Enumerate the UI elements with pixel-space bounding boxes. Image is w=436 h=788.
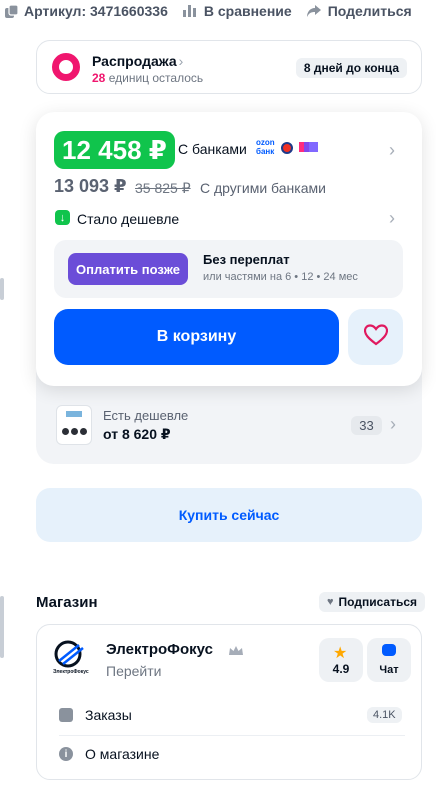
cheaper-alt-label[interactable]: Есть дешевле: [103, 408, 188, 423]
share-label: Поделиться: [327, 3, 412, 19]
sale-ring-icon: [52, 53, 80, 81]
heart-icon: ♥: [327, 596, 334, 608]
store-rating[interactable]: ★ 4.9: [319, 638, 363, 682]
store-orders-label: Заказы: [85, 707, 132, 723]
share-icon: [306, 4, 322, 18]
cheaper-alt-price[interactable]: от 8 620 ₽: [103, 426, 171, 443]
left-edge-fragment: [0, 596, 4, 658]
bank-logo-icon: [304, 142, 318, 152]
sale-units-text: единиц осталось: [108, 71, 204, 85]
star-icon: ★: [333, 645, 348, 662]
store-name[interactable]: ЭлектроФокус: [106, 641, 213, 658]
cheaper-product-thumbnail[interactable]: [56, 405, 92, 445]
store-card: ЭлектроФокус ЭлектроФокус Перейти ★ 4.9 …: [36, 624, 422, 780]
info-icon: i: [59, 747, 73, 761]
store-orders-row[interactable]: Заказы: [59, 707, 132, 723]
arrow-down-icon: ↓: [55, 210, 70, 225]
main-price[interactable]: 12 458 ₽: [54, 131, 175, 169]
subscribe-button[interactable]: ♥ Подписаться: [319, 592, 425, 612]
crown-icon: [228, 644, 244, 662]
chevron-right-icon[interactable]: ›: [390, 414, 396, 435]
favorite-button[interactable]: [348, 309, 403, 365]
sale-banner[interactable]: Распродажа › 28 единиц осталось 8 дней до…: [36, 40, 422, 94]
product-image-detail: [80, 428, 87, 435]
cheaper-alt-count: 33: [351, 416, 382, 435]
store-logo-text: ЭлектроФокус: [53, 669, 89, 675]
store-rating-value: 4.9: [332, 662, 350, 676]
compare-icon: [182, 4, 198, 18]
divider: [59, 735, 405, 736]
old-price: 35 825 ₽: [135, 180, 191, 196]
sale-title: Распродажа ›: [92, 53, 184, 69]
buy-now-button[interactable]: Купить сейчас: [36, 488, 422, 542]
product-image-detail: [62, 428, 69, 435]
compare-button[interactable]: В сравнение: [182, 3, 292, 19]
chevron-right-icon[interactable]: ›: [389, 208, 395, 229]
other-banks-price: 13 093 ₽: [54, 176, 127, 196]
article-text: Артикул: 3471660336: [24, 3, 168, 19]
article-item[interactable]: Артикул: 3471660336: [4, 3, 168, 19]
chevron-right-icon[interactable]: ›: [389, 140, 395, 161]
box-icon: [59, 708, 73, 722]
sale-units: 28 единиц осталось: [92, 71, 203, 85]
store-about-row[interactable]: i О магазине: [59, 746, 159, 762]
product-image-detail: [71, 428, 78, 435]
other-banks-label: С другими банками: [200, 180, 326, 196]
compare-label: В сравнение: [203, 3, 292, 19]
pay-later-button[interactable]: Оплатить позже: [68, 253, 188, 285]
ozon-bank-logo: ozon банк: [256, 138, 275, 156]
store-orders-count: 4.1K: [367, 707, 402, 723]
store-section-title: Магазин: [36, 594, 98, 611]
pay-later-block[interactable]: Оплатить позже Без переплат или частями …: [54, 240, 403, 298]
share-button[interactable]: Поделиться: [306, 3, 412, 19]
price-dropped-label[interactable]: Стало дешевле: [77, 211, 179, 227]
left-edge-fragment: [0, 278, 4, 300]
price-card: 12 458 ₽ С банками ozon банк › 13 093 ₽ …: [36, 112, 422, 386]
chevron-right-icon: ›: [178, 53, 184, 69]
top-bar: Артикул: 3471660336 В сравнение Поделить…: [0, 0, 436, 22]
store-chat-label: Чат: [379, 664, 399, 676]
store-chat-button[interactable]: Чат: [367, 638, 411, 682]
copy-icon: [4, 3, 19, 19]
heart-icon: [363, 323, 388, 351]
add-to-cart-button[interactable]: В корзину: [54, 309, 339, 365]
pay-later-title: Без переплат: [203, 252, 290, 267]
sale-days-badge: 8 дней до конца: [295, 58, 407, 78]
chat-icon: [382, 644, 396, 656]
sale-units-count: 28: [92, 71, 106, 85]
store-about-label: О магазине: [85, 746, 160, 762]
store-goto-link[interactable]: Перейти: [106, 663, 161, 679]
bank-logo-icon: [281, 142, 293, 154]
subscribe-label: Подписаться: [338, 595, 417, 609]
product-image: [66, 411, 82, 417]
pay-later-subtitle: или частями на 6 • 12 • 24 мес: [203, 271, 358, 283]
with-banks-label[interactable]: С банками: [178, 141, 247, 157]
